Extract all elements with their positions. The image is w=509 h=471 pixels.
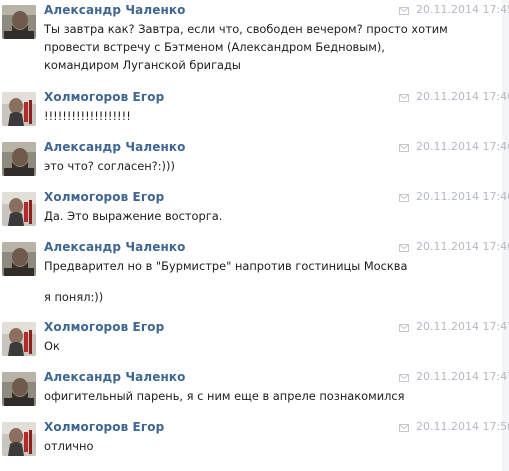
- message-time-text: 20.11.2014 17:46: [416, 240, 509, 253]
- message-text: отлично: [44, 437, 93, 455]
- avatar-photo-icon: [2, 242, 36, 276]
- message-line: !!!!!!!!!!!!!!!!!!!: [44, 109, 131, 123]
- message-author[interactable]: Александр Чаленко: [44, 140, 185, 154]
- message-line: я понял:)): [44, 290, 104, 304]
- envelope-icon: [399, 143, 409, 152]
- avatar-chalenko[interactable]: [2, 372, 36, 406]
- message-time: 20.11.2014 17:45: [399, 3, 509, 16]
- avatar-chalenko[interactable]: [2, 142, 36, 176]
- avatar-chalenko[interactable]: [2, 5, 36, 39]
- message-text: !!!!!!!!!!!!!!!!!!!: [44, 107, 131, 125]
- message-time: 20.11.2014 17:50: [399, 420, 509, 433]
- message-text: это что? согласен?:))): [44, 157, 175, 175]
- message-time-text: 20.11.2014 17:46: [416, 140, 509, 153]
- avatar-chalenko[interactable]: [2, 242, 36, 276]
- message-time-text: 20.11.2014 17:46: [416, 190, 509, 203]
- message-time-text: 20.11.2014 17:45: [416, 3, 509, 16]
- message-line: офигительный парень, я с ним еще в апрел…: [44, 389, 405, 403]
- envelope-icon: [399, 6, 409, 15]
- message-time: 20.11.2014 17:46: [399, 190, 509, 203]
- avatar-kholmogorov[interactable]: [2, 92, 36, 126]
- message-time-text: 20.11.2014 17:47: [416, 320, 509, 333]
- message-text: Ок: [44, 337, 60, 355]
- avatar-photo-icon: [2, 372, 36, 406]
- avatar-photo-icon: [2, 142, 36, 176]
- avatar-kholmogorov[interactable]: [2, 192, 36, 226]
- envelope-icon: [399, 193, 409, 202]
- message-line: Да. Это выражение восторга.: [44, 209, 223, 223]
- message-text: я понял:)): [44, 288, 103, 306]
- message-author[interactable]: Александр Чаленко: [44, 370, 185, 384]
- message-line: Ок: [44, 339, 60, 353]
- envelope-icon: [399, 93, 409, 102]
- message-line: Ты завтра как? Завтра, если что, свободе…: [44, 22, 448, 36]
- message-author[interactable]: Холмогоров Егор: [44, 190, 164, 204]
- message-time-text: 20.11.2014 17:46: [416, 90, 509, 103]
- envelope-icon: [399, 423, 409, 432]
- message-time: 20.11.2014 17:46: [399, 240, 509, 253]
- message-time: 20.11.2014 17:47: [399, 320, 509, 333]
- message-author[interactable]: Холмогоров Егор: [44, 320, 164, 334]
- message-time-text: 20.11.2014 17:47: [416, 370, 509, 383]
- avatar-photo-icon: [2, 5, 36, 39]
- message-line: отлично: [44, 439, 94, 453]
- scrollbar-track[interactable]: [502, 0, 509, 471]
- message-text: офигительный парень, я с ним еще в апрел…: [44, 387, 405, 405]
- message-time-text: 20.11.2014 17:50: [416, 420, 509, 433]
- message-time: 20.11.2014 17:47: [399, 370, 509, 383]
- avatar-kholmogorov[interactable]: [2, 422, 36, 456]
- message-line: это что? согласен?:))): [44, 159, 175, 173]
- envelope-icon: [399, 323, 409, 332]
- avatar-photo-icon: [2, 92, 36, 126]
- avatar-photo-icon: [2, 192, 36, 226]
- message-time: 20.11.2014 17:46: [399, 140, 509, 153]
- message-text: Да. Это выражение восторга.: [44, 207, 222, 225]
- message-line: Предварител но в "Бурмистре" напротив го…: [44, 259, 408, 273]
- message-author[interactable]: Холмогоров Егор: [44, 90, 164, 104]
- message-line: провести встречу с Бэтменом (Александром…: [44, 40, 385, 54]
- avatar-photo-icon: [2, 322, 36, 356]
- message-author[interactable]: Александр Чаленко: [44, 3, 185, 17]
- avatar-kholmogorov[interactable]: [2, 322, 36, 356]
- avatar-photo-icon: [2, 422, 36, 456]
- message-author[interactable]: Холмогоров Егор: [44, 420, 164, 434]
- envelope-icon: [399, 243, 409, 252]
- message-text: Ты завтра как? Завтра, если что, свободе…: [44, 20, 448, 74]
- envelope-icon: [399, 373, 409, 382]
- message-author[interactable]: Александр Чаленко: [44, 240, 185, 254]
- message-line: командиром Луганской бригады: [44, 58, 241, 72]
- message-text: Предварител но в "Бурмистре" напротив го…: [44, 257, 408, 275]
- message-time: 20.11.2014 17:46: [399, 90, 509, 103]
